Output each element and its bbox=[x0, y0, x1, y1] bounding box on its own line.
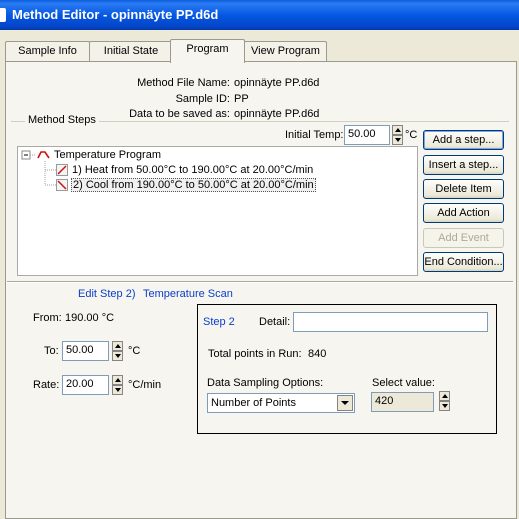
heat-step-icon bbox=[56, 164, 68, 176]
to-spinner[interactable] bbox=[112, 341, 123, 361]
add-action-button[interactable]: Add Action bbox=[423, 203, 504, 223]
select-value-spinner[interactable] bbox=[439, 391, 450, 411]
tab-sample-info[interactable]: Sample Info bbox=[5, 41, 90, 61]
from-value: 190.00 °C bbox=[65, 312, 115, 324]
add-step-button[interactable]: Add a step... bbox=[423, 130, 504, 150]
tree-root-label[interactable]: Temperature Program bbox=[54, 149, 161, 161]
from-label: From: bbox=[33, 312, 62, 324]
sampling-label: Data Sampling Options: bbox=[207, 377, 324, 389]
points-value: 840 bbox=[308, 348, 327, 360]
rate-spinner[interactable] bbox=[112, 375, 123, 395]
initial-temp-spinner[interactable] bbox=[392, 125, 403, 145]
cool-step-icon bbox=[56, 179, 68, 191]
rate-unit: °C/min bbox=[128, 379, 162, 391]
temperature-program-icon bbox=[37, 149, 50, 160]
initial-temp-label: Initial Temp: bbox=[285, 129, 344, 141]
detail-input[interactable] bbox=[293, 312, 488, 332]
select-value-input[interactable]: 420 bbox=[371, 392, 434, 412]
tab-label: Program bbox=[186, 43, 229, 55]
group-rule bbox=[11, 121, 25, 122]
saved-as-label: Data to be saved as: bbox=[129, 108, 230, 120]
tab-program[interactable]: Program bbox=[170, 39, 245, 63]
saved-as-value: opinnäyte PP.d6d bbox=[234, 108, 320, 120]
sample-id-value: PP bbox=[234, 93, 249, 105]
edit-step-label: Edit Step 2) bbox=[78, 288, 136, 300]
end-condition-button[interactable]: End Condition... bbox=[423, 252, 504, 272]
points-label: Total points in Run: bbox=[208, 348, 302, 360]
initial-temp-input[interactable]: 50.00 bbox=[344, 125, 390, 145]
to-unit: °C bbox=[128, 345, 141, 357]
method-file-value: opinnäyte PP.d6d bbox=[234, 77, 320, 89]
initial-temp-unit: °C bbox=[405, 129, 418, 141]
to-label: To: bbox=[44, 345, 59, 357]
sampling-select-value: Number of Points bbox=[211, 397, 296, 409]
tree-step-2[interactable]: 2) Cool from 190.00°C to 50.00°C at 20.0… bbox=[71, 178, 316, 192]
sampling-select[interactable]: Number of Points bbox=[207, 393, 355, 413]
tree-step-1[interactable]: 1) Heat from 50.00°C to 190.00°C at 20.0… bbox=[72, 164, 313, 176]
group-rule bbox=[99, 121, 509, 122]
rate-label: Rate: bbox=[33, 379, 60, 391]
method-tree[interactable]: Temperature Program 1) Heat from 50.00°C… bbox=[17, 146, 418, 276]
insert-step-button[interactable]: Insert a step... bbox=[423, 155, 504, 175]
select-value-label: Select value: bbox=[372, 377, 435, 389]
method-file-label: Method File Name: bbox=[137, 77, 230, 89]
step-box-title: Step 2 bbox=[203, 316, 235, 328]
edit-step-type: Temperature Scan bbox=[143, 288, 233, 300]
window-title: Method Editor - opinnäyte PP.d6d bbox=[12, 7, 219, 22]
detail-label: Detail: bbox=[259, 316, 291, 328]
section-divider bbox=[7, 281, 513, 283]
tab-label: Sample Info bbox=[18, 45, 77, 57]
tab-label: View Program bbox=[251, 45, 320, 57]
delete-item-button[interactable]: Delete Item bbox=[423, 179, 504, 199]
to-input[interactable]: 50.00 bbox=[62, 341, 109, 361]
rate-input[interactable]: 20.00 bbox=[62, 375, 109, 395]
chevron-down-icon[interactable] bbox=[337, 395, 353, 411]
sample-id-label: Sample ID: bbox=[175, 93, 230, 105]
title-bar: Method Editor - opinnäyte PP.d6d bbox=[0, 0, 519, 30]
tab-label: Initial State bbox=[103, 45, 159, 57]
add-event-button: Add Event bbox=[423, 228, 504, 248]
tab-initial-state[interactable]: Initial State bbox=[89, 41, 173, 61]
tab-view-program[interactable]: View Program bbox=[244, 41, 327, 61]
method-steps-title: Method Steps bbox=[28, 114, 96, 126]
app-icon bbox=[0, 8, 6, 22]
